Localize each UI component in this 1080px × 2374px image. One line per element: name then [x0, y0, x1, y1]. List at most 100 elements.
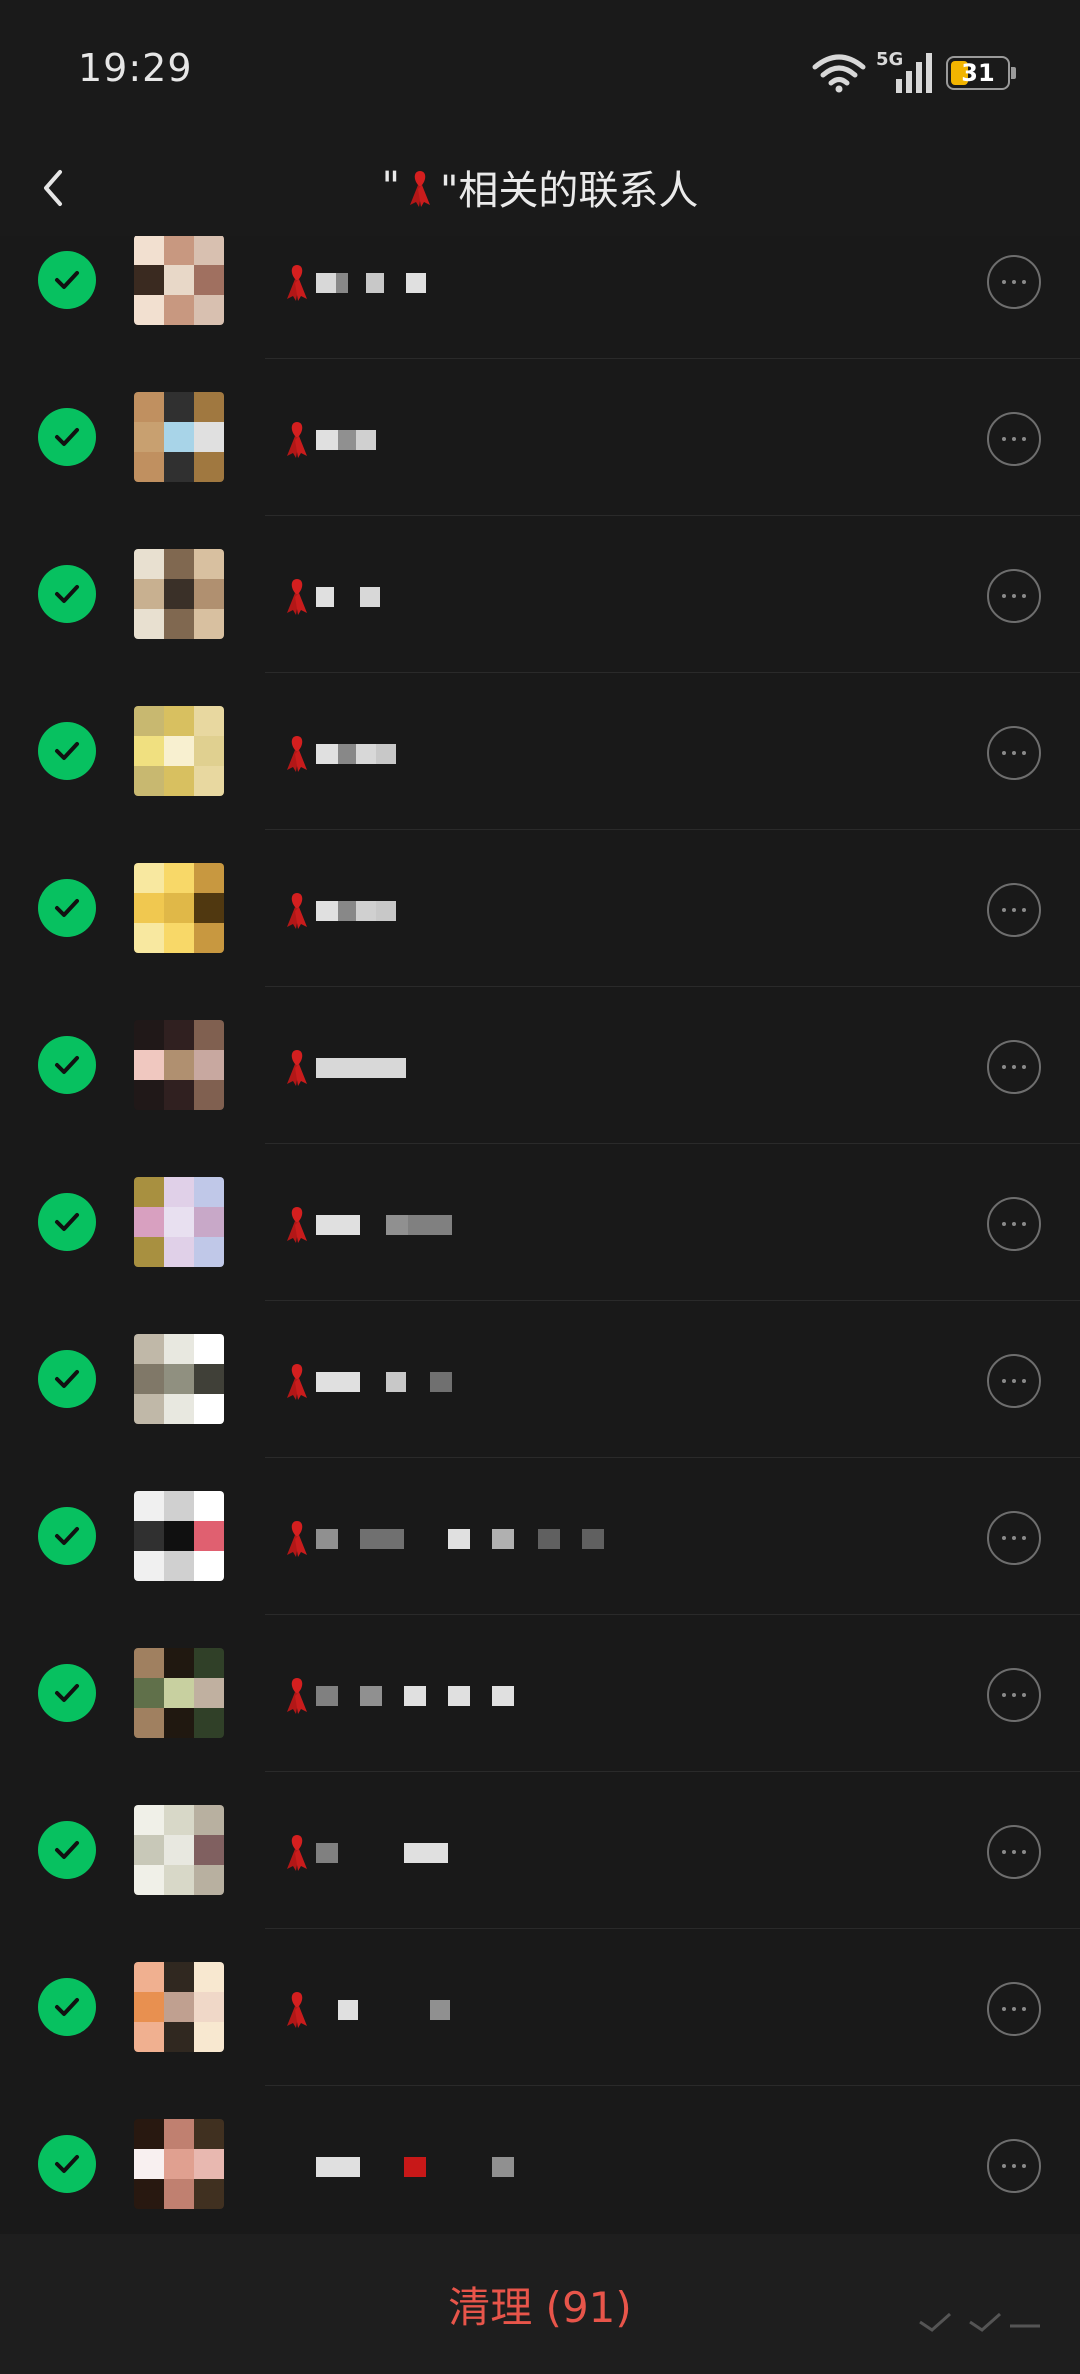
more-dot — [1012, 594, 1016, 598]
avatar-pixel — [164, 1334, 194, 1364]
avatar[interactable] — [134, 1491, 224, 1581]
avatar-pixel — [134, 1678, 164, 1708]
more-dot — [1012, 280, 1016, 284]
avatar-pixel — [194, 1080, 224, 1110]
redacted-name-block — [538, 1529, 560, 1549]
avatar-pixel — [134, 923, 164, 953]
contact-list — [0, 236, 1080, 2234]
redacted-name-block — [356, 430, 376, 450]
redacted-name-block — [316, 1686, 338, 1706]
red-ribbon-icon — [287, 1835, 307, 1871]
more-options-button[interactable] — [987, 1982, 1041, 2036]
contact-row[interactable] — [0, 2086, 1080, 2234]
selected-checkbox[interactable] — [38, 1507, 96, 1565]
avatar-pixel — [134, 549, 164, 579]
contact-row[interactable] — [0, 1929, 1080, 2086]
contact-row[interactable] — [0, 1458, 1080, 1615]
red-ribbon-icon — [287, 1207, 307, 1243]
redacted-name-block — [316, 430, 338, 450]
selected-checkbox[interactable] — [38, 408, 96, 466]
more-dot — [1022, 437, 1026, 441]
contact-row[interactable] — [0, 1144, 1080, 1301]
more-options-button[interactable] — [987, 1511, 1041, 1565]
more-options-button[interactable] — [987, 1668, 1041, 1722]
contact-row[interactable] — [0, 1772, 1080, 1929]
selected-checkbox[interactable] — [38, 1036, 96, 1094]
more-dot — [1022, 1065, 1026, 1069]
selected-checkbox[interactable] — [38, 565, 96, 623]
battery-percent: 31 — [961, 59, 995, 87]
selected-checkbox[interactable] — [38, 1978, 96, 2036]
more-dot — [1022, 2007, 1026, 2011]
contact-row[interactable] — [0, 1615, 1080, 1772]
avatar-pixel — [194, 1334, 224, 1364]
redacted-name-block — [316, 744, 338, 764]
avatar-pixel — [134, 1648, 164, 1678]
more-dot — [1002, 1850, 1006, 1854]
avatar[interactable] — [134, 1648, 224, 1738]
avatar-pixel — [134, 1050, 164, 1080]
selected-checkbox[interactable] — [38, 1821, 96, 1879]
avatar-pixel — [164, 549, 194, 579]
avatar[interactable] — [134, 236, 224, 325]
selected-checkbox[interactable] — [38, 1193, 96, 1251]
more-options-button[interactable] — [987, 1825, 1041, 1879]
contact-row[interactable] — [0, 987, 1080, 1144]
more-options-button[interactable] — [987, 569, 1041, 623]
avatar-pixel — [164, 1962, 194, 1992]
more-options-button[interactable] — [987, 1354, 1041, 1408]
avatar-pixel — [134, 236, 164, 265]
more-dot — [1002, 594, 1006, 598]
more-options-button[interactable] — [987, 2139, 1041, 2193]
red-ribbon-icon — [287, 1678, 307, 1714]
selected-checkbox[interactable] — [38, 251, 96, 309]
more-options-button[interactable] — [987, 255, 1041, 309]
contact-row[interactable] — [0, 673, 1080, 830]
avatar[interactable] — [134, 1020, 224, 1110]
avatar-pixel — [164, 1648, 194, 1678]
selected-checkbox[interactable] — [38, 1350, 96, 1408]
red-ribbon-icon — [287, 422, 307, 458]
more-options-button[interactable] — [987, 1197, 1041, 1251]
avatar[interactable] — [134, 1962, 224, 2052]
redacted-name-block — [376, 744, 396, 764]
contact-name — [282, 1668, 582, 1718]
avatar-pixel — [164, 706, 194, 736]
redacted-name-block — [492, 1686, 514, 1706]
avatar[interactable] — [134, 863, 224, 953]
avatar-pixel — [134, 1962, 164, 1992]
selected-checkbox[interactable] — [38, 1664, 96, 1722]
avatar[interactable] — [134, 392, 224, 482]
more-options-button[interactable] — [987, 1040, 1041, 1094]
more-dot — [1022, 1693, 1026, 1697]
avatar-pixel — [164, 392, 194, 422]
avatar-pixel — [194, 766, 224, 796]
selected-checkbox[interactable] — [38, 2135, 96, 2193]
avatar-pixel — [164, 1050, 194, 1080]
contact-row[interactable] — [0, 516, 1080, 673]
avatar-pixel — [134, 1237, 164, 1267]
more-options-button[interactable] — [987, 726, 1041, 780]
avatar-pixel — [164, 452, 194, 482]
avatar[interactable] — [134, 2119, 224, 2209]
contact-row[interactable] — [0, 830, 1080, 987]
redacted-name-block — [406, 273, 426, 293]
selected-checkbox[interactable] — [38, 722, 96, 780]
avatar-pixel — [164, 1678, 194, 1708]
contact-name — [282, 1982, 582, 2032]
red-ribbon-icon — [410, 171, 430, 207]
more-options-button[interactable] — [987, 412, 1041, 466]
avatar[interactable] — [134, 1334, 224, 1424]
avatar[interactable] — [134, 549, 224, 639]
avatar-pixel — [134, 1334, 164, 1364]
contact-row[interactable] — [0, 236, 1080, 359]
more-options-button[interactable] — [987, 883, 1041, 937]
avatar-pixel — [134, 2119, 164, 2149]
selected-checkbox[interactable] — [38, 879, 96, 937]
avatar[interactable] — [134, 706, 224, 796]
contact-row[interactable] — [0, 1301, 1080, 1458]
contact-row[interactable] — [0, 359, 1080, 516]
avatar-pixel — [164, 2149, 194, 2179]
avatar[interactable] — [134, 1805, 224, 1895]
avatar[interactable] — [134, 1177, 224, 1267]
